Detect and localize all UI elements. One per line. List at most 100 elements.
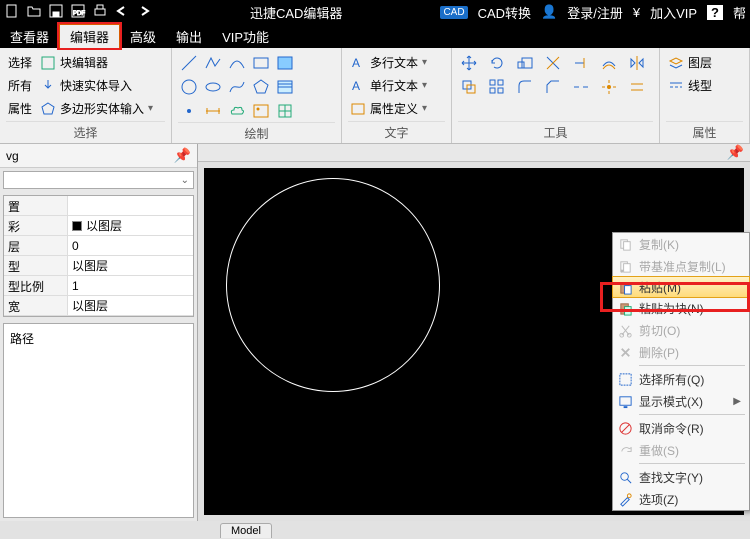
circle-icon[interactable] (178, 76, 200, 98)
fill-icon[interactable] (274, 76, 296, 98)
linetype-item[interactable]: 线型 (666, 75, 714, 96)
display-icon (617, 393, 633, 409)
ctx-cancel[interactable]: 取消命令(R) (613, 417, 749, 439)
ctx-sep (639, 365, 745, 366)
break-icon[interactable] (570, 76, 592, 98)
app-title: 迅捷CAD编辑器 (152, 3, 440, 22)
dim-icon[interactable] (202, 100, 224, 122)
ctx-display-mode[interactable]: 显示模式(X)▶ (613, 390, 749, 412)
chamfer-icon[interactable] (542, 76, 564, 98)
prop-value-width[interactable]: 以图层 (68, 296, 193, 315)
hatch-icon[interactable] (274, 52, 296, 74)
redo-icon[interactable] (136, 3, 152, 22)
canvas-pin-icon[interactable]: 📌 (727, 144, 744, 161)
explode-icon[interactable] (598, 76, 620, 98)
polygon-icon[interactable] (250, 76, 272, 98)
array-icon[interactable] (486, 76, 508, 98)
extend-icon[interactable] (570, 52, 592, 74)
tabstrip: Model (0, 521, 750, 539)
block-editor-item[interactable]: 块编辑器 (38, 52, 155, 73)
user-icon: 👤 (541, 4, 557, 20)
cad-badge: CAD (440, 6, 467, 19)
titlebar: PDF 迅捷CAD编辑器 CAD CAD转换 👤 登录/注册 ¥ 加入VIP ?… (0, 0, 750, 24)
ctx-copy[interactable]: 复制(K) (613, 233, 749, 255)
ctx-copy-base[interactable]: 带基准点复制(L) (613, 255, 749, 277)
ctx-sep (639, 414, 745, 415)
ellipse-icon[interactable] (202, 76, 224, 98)
circle-shape[interactable] (226, 178, 440, 392)
point-icon[interactable] (178, 100, 200, 122)
prop-value-layer[interactable]: 0 (68, 236, 193, 255)
polygon-input-item[interactable]: 多边形实体输入▾ (38, 98, 155, 119)
spline-icon[interactable] (226, 76, 248, 98)
pdf-icon[interactable]: PDF (70, 3, 86, 22)
undo-icon[interactable] (114, 3, 130, 22)
ctx-paste[interactable]: 粘贴(M) (612, 276, 750, 298)
rotate-icon[interactable] (486, 52, 508, 74)
svg-text:A: A (352, 56, 360, 70)
tab-advanced[interactable]: 高级 (120, 24, 166, 48)
tab-editor[interactable]: 编辑器 (59, 24, 120, 48)
props-item[interactable]: 属性 (6, 98, 34, 119)
mtext-item[interactable]: A多行文本▾ (348, 52, 429, 73)
trim-icon[interactable] (542, 52, 564, 74)
help-icon[interactable]: ? (707, 5, 723, 20)
line-icon[interactable] (178, 52, 200, 74)
move-icon[interactable] (458, 52, 480, 74)
select-item[interactable]: 选择 (6, 52, 34, 73)
tab-vip[interactable]: VIP功能 (212, 24, 279, 48)
cad-convert-link[interactable]: CAD转换 (478, 3, 531, 22)
ctx-cut[interactable]: 剪切(O) (613, 319, 749, 341)
file-tab[interactable]: vg📌 (0, 144, 197, 168)
chevron-right-icon: ▶ (733, 396, 741, 407)
group-draw-label: 绘制 (178, 122, 335, 142)
copy-base-icon (617, 258, 633, 274)
ctx-paste-block[interactable]: 粘贴为块(N) (613, 297, 749, 319)
prop-value-color[interactable]: 以图层 (68, 216, 193, 235)
arc-icon[interactable] (226, 52, 248, 74)
prop-value-0[interactable] (68, 196, 193, 215)
open-icon[interactable] (26, 3, 42, 22)
prop-value-scale[interactable]: 1 (68, 276, 193, 295)
ctx-find[interactable]: 查找文字(Y) (613, 466, 749, 488)
vip-link[interactable]: 加入VIP (650, 3, 697, 22)
offset-icon[interactable] (598, 52, 620, 74)
tab-viewer[interactable]: 查看器 (0, 24, 59, 48)
object-dropdown[interactable]: ⌄ (3, 171, 194, 189)
ctx-select-all[interactable]: 选择所有(Q) (613, 368, 749, 390)
image-icon[interactable] (250, 100, 272, 122)
prop-value-linetype[interactable]: 以图层 (68, 256, 193, 275)
ctx-delete[interactable]: 删除(P) (613, 341, 749, 363)
paste-icon (617, 279, 633, 295)
join-icon[interactable] (626, 76, 648, 98)
attdef-item[interactable]: 属性定义▾ (348, 98, 429, 119)
all-item[interactable]: 所有 (6, 75, 34, 96)
layer-item[interactable]: 图层 (666, 52, 714, 73)
ctx-options[interactable]: 选项(Z) (613, 488, 749, 510)
chevron-down-icon: ⌄ (181, 175, 189, 186)
path-panel: 路径 (3, 323, 194, 518)
login-link[interactable]: 登录/注册 (567, 3, 623, 22)
new-icon[interactable] (4, 3, 20, 22)
stext-item[interactable]: A单行文本▾ (348, 75, 429, 96)
color-swatch (72, 221, 82, 231)
quick-import-item[interactable]: 快速实体导入 (38, 75, 155, 96)
pin-icon[interactable]: 📌 (174, 147, 191, 164)
copy-icon[interactable] (458, 76, 480, 98)
model-tab[interactable]: Model (220, 523, 272, 538)
help-label[interactable]: 帮 (733, 3, 746, 22)
scale-icon[interactable] (514, 52, 536, 74)
delete-icon (617, 344, 633, 360)
polyline-icon[interactable] (202, 52, 224, 74)
ctx-redo[interactable]: 重做(S) (613, 439, 749, 461)
tab-output[interactable]: 输出 (166, 24, 212, 48)
save-icon[interactable] (48, 3, 64, 22)
mirror-icon[interactable] (626, 52, 648, 74)
block-icon[interactable] (274, 100, 296, 122)
fillet-icon[interactable] (514, 76, 536, 98)
ribbon: 选择 所有 属性 块编辑器 快速实体导入 多边形实体输入▾ 选择 (0, 48, 750, 144)
rect-icon[interactable] (250, 52, 272, 74)
group-tools-label: 工具 (458, 121, 653, 141)
cloud-icon[interactable] (226, 100, 248, 122)
print-icon[interactable] (92, 3, 108, 22)
